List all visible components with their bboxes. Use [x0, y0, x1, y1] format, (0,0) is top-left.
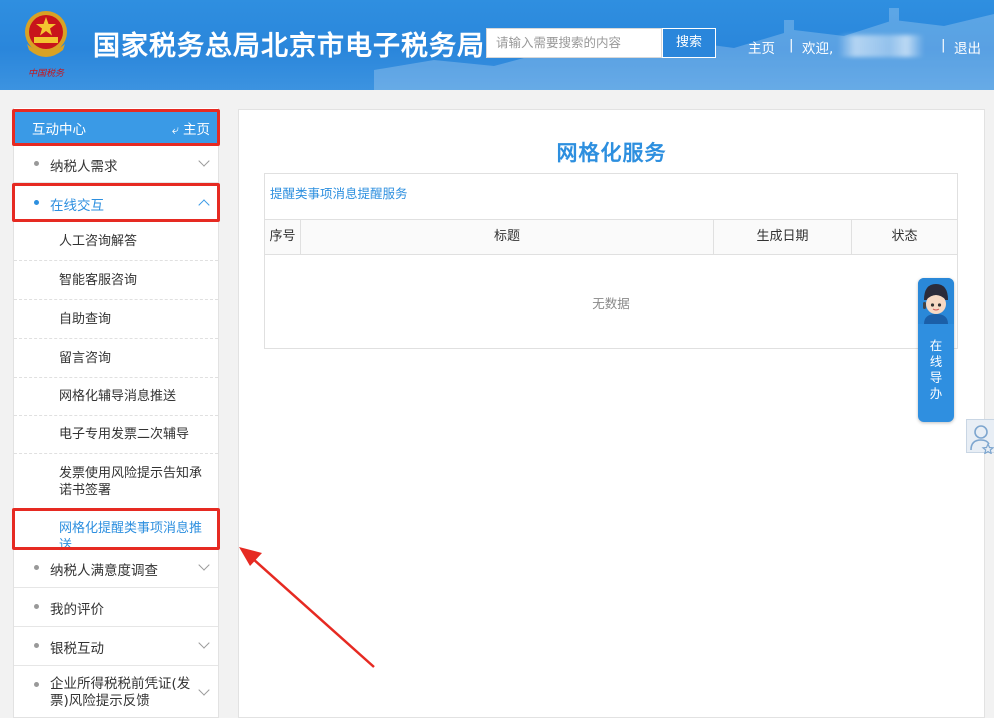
- column-header-index: 序号: [265, 220, 301, 254]
- sub-item-einvoice-guidance[interactable]: 电子专用发票二次辅导: [14, 416, 218, 454]
- panel-title: 提醒类事项消息提醒服务: [270, 186, 408, 201]
- nav-separator: |: [789, 37, 794, 53]
- sidebar-item-taxpayer-needs[interactable]: 纳税人需求: [14, 145, 218, 183]
- guide-char: 导: [929, 370, 943, 385]
- bullet-icon: [34, 682, 39, 687]
- empty-state-text: 无数据: [592, 296, 630, 311]
- sub-item-label: 留言咨询: [59, 351, 112, 366]
- sidebar-item-pre-tax-voucher-risk[interactable]: 企业所得税税前凭证(发票)风险提示反馈: [14, 666, 218, 718]
- site-title: 国家税务总局北京市电子税务局: [93, 31, 485, 62]
- guide-char: 线: [929, 354, 943, 369]
- sub-item-grid-guidance-push[interactable]: 网格化辅导消息推送: [14, 378, 218, 416]
- column-header-status: 状态: [891, 229, 918, 244]
- sidebar-item-label: 纳税人满意度调查: [50, 563, 158, 579]
- chevron-down-icon: [198, 559, 210, 571]
- column-header-date: 生成日期: [714, 220, 852, 254]
- table-header: 序号 标题 生成日期 状态: [265, 219, 957, 255]
- sidebar-item-label: 纳税人需求: [50, 159, 118, 175]
- logout-link[interactable]: 退出: [954, 37, 981, 57]
- highlight-box-reminder-push: [12, 508, 220, 550]
- online-guide-widget[interactable]: 在 线 导 办: [918, 278, 954, 422]
- bullet-icon: [34, 161, 39, 166]
- guide-char: 在: [929, 338, 943, 353]
- tax-emblem-logo[interactable]: 中国税务: [19, 8, 73, 80]
- sub-item-label: 电子专用发票二次辅导: [59, 427, 190, 442]
- bullet-icon: [34, 643, 39, 648]
- search-button[interactable]: 搜索: [662, 28, 716, 58]
- sub-item-label: 人工咨询解答: [59, 234, 138, 249]
- sub-item-label: 智能客服咨询: [59, 273, 138, 288]
- page-title: 网格化服务: [556, 141, 667, 165]
- sidebar-item-my-evaluation[interactable]: 我的评价: [14, 588, 218, 627]
- sub-item-invoice-risk-pledge[interactable]: 发票使用风险提示告知承诺书签署: [14, 454, 218, 509]
- sidebar-item-label: 银税互动: [50, 641, 104, 657]
- nav-separator-2: |: [941, 37, 946, 53]
- logo-caption: 中国税务: [28, 68, 65, 79]
- sub-item-message-consult[interactable]: 留言咨询: [14, 339, 218, 378]
- nav-home-link[interactable]: 主页: [748, 37, 775, 57]
- online-guide-label: 在 线 导 办: [918, 338, 954, 402]
- sidebar-item-satisfaction-survey[interactable]: 纳税人满意度调查: [14, 549, 218, 588]
- username-redacted: [838, 35, 924, 57]
- service-agent-avatar: [918, 278, 954, 324]
- highlight-box-online-interaction: [12, 183, 220, 222]
- chevron-down-icon: [198, 155, 210, 167]
- chevron-down-icon: [198, 684, 210, 696]
- site-header: 中国税务 国家税务总局北京市电子税务局 请输入需要搜索的内容 搜索 主页 | 欢…: [0, 0, 994, 90]
- sidebar-item-label: 企业所得税税前凭证(发票)风险提示反馈: [50, 676, 191, 709]
- sidebar-item-label: 我的评价: [50, 602, 104, 618]
- user-star-icon[interactable]: [966, 419, 994, 455]
- guide-char: 办: [929, 386, 943, 401]
- column-header-title: 标题: [301, 220, 714, 254]
- sidebar-item-bank-tax[interactable]: 银税互动: [14, 627, 218, 666]
- bullet-icon: [34, 565, 39, 570]
- bullet-icon: [34, 604, 39, 609]
- sub-item-self-query[interactable]: 自助查询: [14, 300, 218, 339]
- sub-item-manual-consult[interactable]: 人工咨询解答: [14, 222, 218, 261]
- sub-item-label: 自助查询: [59, 312, 112, 327]
- welcome-text: 欢迎,: [802, 41, 834, 57]
- search-input[interactable]: 请输入需要搜索的内容: [486, 28, 662, 58]
- highlight-box-header: [12, 109, 220, 146]
- sub-item-label: 网格化辅导消息推送: [59, 389, 177, 404]
- sub-item-smart-service[interactable]: 智能客服咨询: [14, 261, 218, 300]
- sub-item-label: 发票使用风险提示告知承诺书签署: [59, 466, 203, 498]
- chevron-down-icon: [198, 637, 210, 649]
